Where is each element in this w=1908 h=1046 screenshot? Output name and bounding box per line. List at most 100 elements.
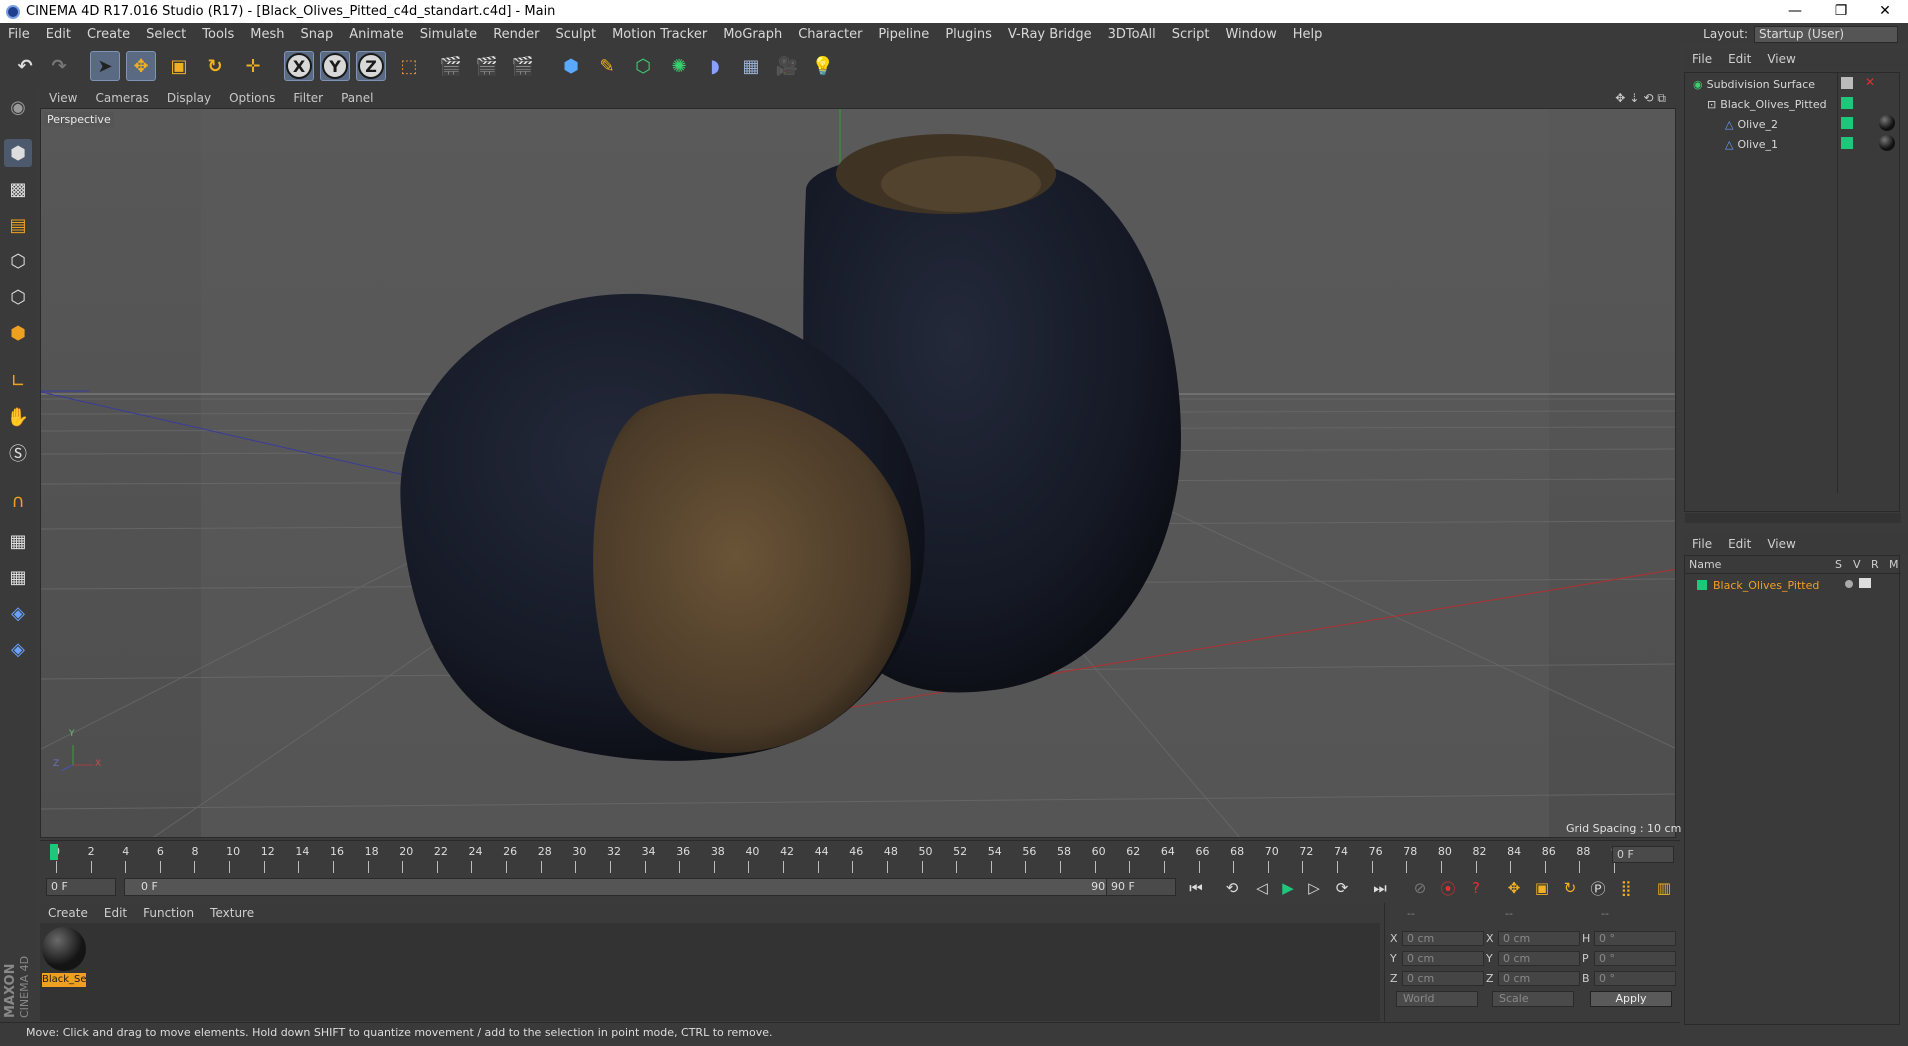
viewport-camera-label[interactable]: Perspective — [44, 112, 114, 127]
object-row-olive-2[interactable]: △ Olive_2 — [1725, 115, 1778, 133]
key-pla-icon[interactable]: ⣿ — [1614, 876, 1638, 900]
coord-size-field[interactable]: 0 cm — [1498, 931, 1580, 946]
column-visible[interactable]: V — [1853, 558, 1861, 571]
go-to-start-icon[interactable]: ⏮ — [1184, 876, 1208, 900]
playhead-marker[interactable] — [50, 844, 58, 860]
perspective-viewport[interactable]: Y X Z — [40, 108, 1676, 838]
menu-edit[interactable]: Edit — [38, 27, 79, 42]
column-name[interactable]: Name — [1689, 558, 1721, 571]
key-position-icon[interactable]: ✥ — [1502, 876, 1526, 900]
layout-dropdown[interactable]: Startup (User) — [1754, 25, 1898, 43]
menu-vray-bridge[interactable]: V-Ray Bridge — [1000, 27, 1100, 42]
object-row-olive-1[interactable]: △ Olive_1 — [1725, 135, 1778, 153]
menu-animate[interactable]: Animate — [341, 27, 411, 42]
render-settings-icon[interactable]: 🎬 — [508, 51, 538, 81]
menu-tools[interactable]: Tools — [194, 27, 242, 42]
select-tool-icon[interactable]: ➤ — [90, 51, 120, 81]
viewport-menu-cameras[interactable]: Cameras — [86, 91, 157, 105]
menu-pipeline[interactable]: Pipeline — [870, 27, 937, 42]
viewport-menu-filter[interactable]: Filter — [284, 91, 332, 105]
coord-rotation-field[interactable]: 0 ° — [1594, 931, 1676, 946]
coord-position-field[interactable]: 0 cm — [1402, 931, 1484, 946]
move-tool-icon[interactable]: ✥ — [126, 51, 156, 81]
material-menu-function[interactable]: Function — [135, 906, 202, 920]
maximize-button[interactable]: ❐ — [1818, 0, 1864, 23]
texture-mode-icon[interactable]: ▩ — [4, 175, 32, 203]
key-rotation-icon[interactable]: ↻ — [1558, 876, 1582, 900]
key-parameter-icon[interactable]: Ⓟ — [1586, 876, 1610, 900]
x-axis-lock-button[interactable]: X — [284, 51, 314, 81]
deformer-icon[interactable]: ◗ — [700, 51, 730, 81]
play-forward-icon[interactable]: ▶ — [1276, 876, 1300, 900]
solo-dot-icon[interactable] — [1845, 580, 1853, 588]
timeline-layout-icon[interactable]: ▥ — [1652, 876, 1676, 900]
record-keys-icon[interactable]: ⊘ — [1408, 876, 1432, 900]
render-picture-viewer-icon[interactable]: 🎬 — [472, 51, 502, 81]
viewport-nav-icons[interactable]: ✥⇣⟲⧉ — [1615, 91, 1680, 106]
y-axis-lock-button[interactable]: Y — [320, 51, 350, 81]
frame-range-slider[interactable]: 0 F 90 F — [124, 878, 1132, 896]
polygons-mode-icon[interactable]: ⬢ — [4, 319, 32, 347]
layer-color-swatch[interactable] — [1841, 117, 1853, 129]
visible-eye-icon[interactable] — [1859, 578, 1871, 588]
camera-icon[interactable]: 🎥 — [772, 51, 802, 81]
scale-tool-icon[interactable]: ▣ — [164, 51, 194, 81]
floor-icon[interactable]: ▦ — [736, 51, 766, 81]
z-axis-lock-button[interactable]: Z — [356, 51, 386, 81]
viewport-menu-view[interactable]: View — [40, 91, 86, 105]
model-mode-icon[interactable]: ⬢ — [4, 139, 32, 167]
menu-create[interactable]: Create — [79, 27, 138, 42]
end-frame-field[interactable]: 90 F — [1106, 878, 1176, 896]
undo-icon[interactable]: ↶ — [10, 51, 40, 81]
menu-help[interactable]: Help — [1285, 27, 1331, 42]
viewport-menu-options[interactable]: Options — [220, 91, 284, 105]
material-preview-sphere[interactable] — [42, 927, 86, 971]
minimize-button[interactable]: — — [1772, 0, 1818, 23]
disable-icon[interactable]: ✕ — [1865, 75, 1875, 89]
layer-menu-view[interactable]: View — [1759, 537, 1803, 551]
layer-color-swatch[interactable] — [1841, 137, 1853, 149]
solo-icon[interactable]: Ⓢ — [4, 439, 32, 467]
coordinate-system-icon[interactable]: ⬚ — [394, 51, 424, 81]
cube-primitive-icon[interactable]: ⬢ — [556, 51, 586, 81]
python-script-icon[interactable]: ◈ — [4, 599, 32, 627]
menu-file[interactable]: File — [0, 27, 38, 42]
workplane-icon[interactable]: ▤ — [4, 211, 32, 239]
menu-plugins[interactable]: Plugins — [937, 27, 1000, 42]
menu-select[interactable]: Select — [138, 27, 194, 42]
keyframe-selection-icon[interactable]: ? — [1464, 876, 1488, 900]
go-to-end-icon[interactable]: ⏭ — [1368, 876, 1392, 900]
menu-render[interactable]: Render — [485, 27, 547, 42]
make-editable-icon[interactable]: ◉ — [4, 93, 32, 121]
coord-position-field[interactable]: 0 cm — [1402, 971, 1484, 986]
current-frame-field[interactable]: 0 F — [1612, 846, 1674, 863]
points-mode-icon[interactable]: ⬡ — [4, 247, 32, 275]
column-render[interactable]: R — [1871, 558, 1879, 571]
coord-size-field[interactable]: 0 cm — [1498, 971, 1580, 986]
menu-mesh[interactable]: Mesh — [242, 27, 292, 42]
menu-character[interactable]: Character — [790, 27, 870, 42]
autokey-icon[interactable]: ⦿ — [1436, 876, 1460, 900]
menu-sculpt[interactable]: Sculpt — [547, 27, 604, 42]
subdivision-surface-icon[interactable]: ⬡ — [628, 51, 658, 81]
coordinate-space-dropdown[interactable]: World — [1396, 991, 1478, 1007]
transform-tool-icon[interactable]: ✛ — [238, 51, 268, 81]
coord-rotation-field[interactable]: 0 ° — [1594, 951, 1676, 966]
lock-workplane-icon[interactable]: ▦ — [4, 527, 32, 555]
object-row-black-olives-pitted[interactable]: ⊡ Black_Olives_Pitted — [1707, 95, 1827, 113]
material-menu-texture[interactable]: Texture — [202, 906, 262, 920]
material-menu-create[interactable]: Create — [40, 906, 96, 920]
menu-window[interactable]: Window — [1217, 27, 1284, 42]
next-key-icon[interactable]: ⟳ — [1330, 876, 1354, 900]
redo-icon[interactable]: ↷ — [44, 51, 74, 81]
light-icon[interactable]: 💡 — [808, 51, 838, 81]
menu-snap[interactable]: Snap — [293, 27, 342, 42]
previous-frame-icon[interactable]: ◁ — [1250, 876, 1274, 900]
material-name-label[interactable]: Black_Se — [42, 973, 86, 987]
close-button[interactable]: ✕ — [1862, 0, 1908, 23]
object-menu-file[interactable]: File — [1684, 52, 1720, 66]
render-view-icon[interactable]: 🎬 — [436, 51, 466, 81]
layer-row-black-olives-pitted[interactable]: Black_Olives_Pitted — [1697, 576, 1819, 594]
coord-rotation-field[interactable]: 0 ° — [1594, 971, 1676, 986]
horizontal-scrollbar[interactable] — [1685, 513, 1901, 523]
